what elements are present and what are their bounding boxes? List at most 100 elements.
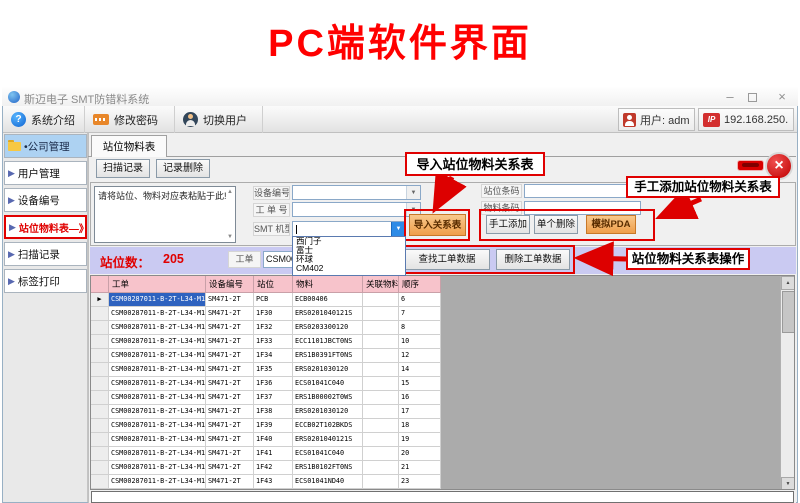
maximize-button[interactable] [748, 93, 757, 102]
cell-linked-material[interactable] [363, 293, 399, 307]
cell-station[interactable]: 1F34 [254, 349, 293, 363]
cell-linked-material[interactable] [363, 461, 399, 475]
cell-workorder[interactable]: CSM00287011-B-2T-L34-M1 [109, 433, 206, 447]
sidebar-item-station-material[interactable]: ▶ 站位物料表—》 [4, 215, 87, 239]
cell-material[interactable]: ECS01041C040 [293, 447, 363, 461]
cell-station[interactable]: 1F33 [254, 335, 293, 349]
table-row[interactable]: CSM00287011-B-2T-L34-M1SM471-2T1F37ERS1B… [91, 391, 794, 405]
change-password-button[interactable]: 修改密码 [85, 106, 175, 133]
sidebar-item-scan-record[interactable]: ▶ 扫描记录 [4, 242, 87, 266]
cell-workorder[interactable]: CSM00287011-B-2T-L34-M1 [109, 321, 206, 335]
station-barcode-input[interactable] [524, 184, 641, 198]
cell-station[interactable]: 1F41 [254, 447, 293, 461]
cell-sequence[interactable]: 23 [399, 475, 441, 489]
cell-station[interactable]: PCB [254, 293, 293, 307]
dropdown-option[interactable]: CM402 [293, 264, 405, 273]
table-row[interactable]: CSM00287011-B-2T-L34-M1SM471-2T1F34ERS1B… [91, 349, 794, 363]
chevron-down-icon[interactable]: ▼ [391, 222, 405, 236]
device-number-combo[interactable]: ▼ [292, 185, 421, 200]
cell-device[interactable]: SM471-2T [206, 475, 254, 489]
row-selector[interactable] [91, 363, 109, 377]
cell-station[interactable]: 1F36 [254, 377, 293, 391]
inner-minimize-button[interactable] [737, 160, 764, 171]
cell-linked-material[interactable] [363, 419, 399, 433]
cell-material[interactable]: ERS0201040121S [293, 433, 363, 447]
cell-device[interactable]: SM471-2T [206, 419, 254, 433]
cell-device[interactable]: SM471-2T [206, 363, 254, 377]
scrollbar-thumb[interactable] [782, 291, 795, 333]
cell-workorder[interactable]: CSM00287011-B-2T-L34-M1 [109, 475, 206, 489]
table-row[interactable]: CSM00287011-B-2T-L34-M1SM471-2T1F41ECS01… [91, 447, 794, 461]
sidebar-item-company[interactable]: •公司管理 [4, 134, 87, 158]
cell-station[interactable]: 1F37 [254, 391, 293, 405]
cell-sequence[interactable]: 6 [399, 293, 441, 307]
header-selector[interactable] [91, 276, 109, 293]
minimize-button[interactable]: – [722, 89, 738, 104]
cell-workorder[interactable]: CSM00287011-B-2T-L34-M1 [109, 447, 206, 461]
table-row[interactable]: CSM00287011-B-2T-L34-M1SM471-2T1F40ERS02… [91, 433, 794, 447]
row-selector[interactable] [91, 433, 109, 447]
scroll-up-icon[interactable]: ▲ [226, 189, 234, 195]
cell-workorder[interactable]: CSM00287011-B-2T-L34-M1 [109, 307, 206, 321]
scan-record-button[interactable]: 扫描记录 [96, 159, 150, 178]
cell-device[interactable]: SM471-2T [206, 321, 254, 335]
cell-linked-material[interactable] [363, 349, 399, 363]
cell-material[interactable]: ECC1101JBCT0NS [293, 335, 363, 349]
cell-workorder[interactable]: CSM00287011-B-2T-L34-M1 [109, 363, 206, 377]
cell-device[interactable]: SM471-2T [206, 391, 254, 405]
cell-linked-material[interactable] [363, 433, 399, 447]
table-row[interactable]: CSM00287011-B-2T-L34-M1SM471-2T1F39ECCB0… [91, 419, 794, 433]
cell-device[interactable]: SM471-2T [206, 447, 254, 461]
paste-textarea[interactable]: 请将站位、物料对应表粘贴于此! ▲ ▼ [94, 186, 236, 243]
cell-device[interactable]: SM471-2T [206, 433, 254, 447]
cell-material[interactable]: ECS01041C040 [293, 377, 363, 391]
cell-sequence[interactable]: 7 [399, 307, 441, 321]
table-row[interactable]: CSM00287011-B-2T-L34-M1SM471-2T1F33ECC11… [91, 335, 794, 349]
table-row[interactable]: CSM00287011-B-2T-L34-M1SM471-2T1F38ERS02… [91, 405, 794, 419]
table-row[interactable]: CSM00287011-B-2T-L34-M1SM471-2TPCBECB004… [91, 293, 794, 307]
scrollbar-down-button[interactable]: ▼ [781, 477, 795, 490]
cell-sequence[interactable]: 21 [399, 461, 441, 475]
cell-device[interactable]: SM471-2T [206, 461, 254, 475]
table-row[interactable]: CSM00287011-B-2T-L34-M1SM471-2T1F30ERS02… [91, 307, 794, 321]
cell-device[interactable]: SM471-2T [206, 349, 254, 363]
cell-station[interactable]: 1F32 [254, 321, 293, 335]
sidebar-item-label-print[interactable]: ▶ 标签打印 [4, 269, 87, 293]
cell-sequence[interactable]: 16 [399, 391, 441, 405]
row-selector[interactable] [91, 293, 109, 307]
header-station[interactable]: 站位 [254, 276, 293, 293]
cell-linked-material[interactable] [363, 321, 399, 335]
cell-material[interactable]: ERS0201030120 [293, 363, 363, 377]
row-selector[interactable] [91, 447, 109, 461]
cell-sequence[interactable]: 18 [399, 419, 441, 433]
dropdown-option[interactable]: 富士 [293, 246, 405, 255]
scrollbar-up-button[interactable]: ▲ [781, 276, 795, 290]
cell-sequence[interactable]: 19 [399, 433, 441, 447]
row-selector[interactable] [91, 475, 109, 489]
header-device[interactable]: 设备编号 [206, 276, 254, 293]
cell-material[interactable]: ERS0201040121S [293, 307, 363, 321]
cell-station[interactable]: 1F38 [254, 405, 293, 419]
cell-material[interactable]: ERS1B0102FT0NS [293, 461, 363, 475]
cell-workorder[interactable]: CSM00287011-B-2T-L34-M1 [109, 349, 206, 363]
table-row[interactable]: CSM00287011-B-2T-L34-M1SM471-2T1F36ECS01… [91, 377, 794, 391]
cell-material[interactable]: ECCB02T102BKDS [293, 419, 363, 433]
chevron-down-icon[interactable]: ▼ [406, 186, 420, 199]
row-selector[interactable] [91, 349, 109, 363]
cell-station[interactable]: 1F39 [254, 419, 293, 433]
cell-workorder[interactable]: CSM00287011-B-2T-L34-M1 [109, 335, 206, 349]
header-linked-material[interactable]: 关联物料 [363, 276, 399, 293]
cell-device[interactable]: SM471-2T [206, 293, 254, 307]
cell-sequence[interactable]: 17 [399, 405, 441, 419]
cell-device[interactable]: SM471-2T [206, 335, 254, 349]
table-row[interactable]: CSM00287011-B-2T-L34-M1SM471-2T1F32ERS02… [91, 321, 794, 335]
cell-linked-material[interactable] [363, 335, 399, 349]
cell-material[interactable]: ERS0201030120 [293, 405, 363, 419]
smt-model-combo[interactable]: ▼ [292, 221, 406, 237]
cell-linked-material[interactable] [363, 391, 399, 405]
system-intro-button[interactable]: ? 系统介绍 [3, 106, 85, 133]
row-selector[interactable] [91, 405, 109, 419]
vertical-scrollbar[interactable]: ▲ ▼ [780, 276, 795, 490]
dropdown-option[interactable]: 环球 [293, 255, 405, 264]
cell-station[interactable]: 1F35 [254, 363, 293, 377]
